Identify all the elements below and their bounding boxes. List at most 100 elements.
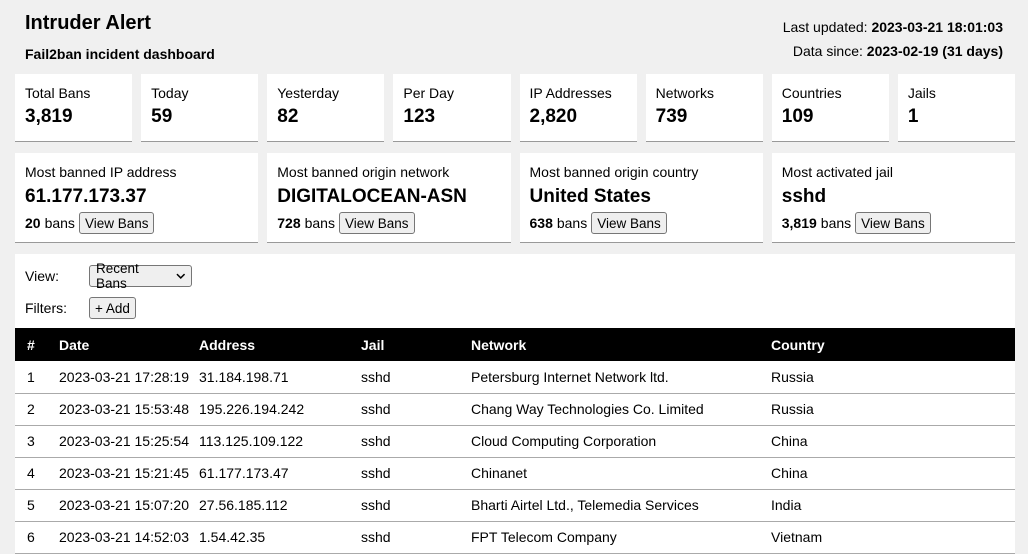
top-label: Most banned IP address (25, 164, 177, 180)
page-title: Intruder Alert (25, 12, 151, 34)
cell-country: Russia (771, 361, 1015, 394)
stat-label: Networks (655, 85, 714, 101)
data-since: Data since: 2023-02-19 (31 days) (793, 43, 1003, 59)
cell-address: 61.177.173.47 (199, 457, 361, 490)
stat-ip-addresses: IP Addresses 2,820 (519, 74, 637, 142)
stat-label: Yesterday (277, 85, 339, 101)
data-since-value: 2023-02-19 (31 days) (866, 43, 1003, 59)
bans-table: # Date Address Jail Network Country 1 20… (15, 328, 1015, 554)
stat-value: 82 (277, 106, 299, 127)
cell-index: 3 (15, 425, 59, 458)
top-value: United States (529, 186, 651, 207)
cell-country: India (771, 489, 1015, 522)
stat-label: IP Addresses (529, 85, 612, 101)
view-bans-button[interactable]: View Bans (855, 212, 931, 234)
ban-count: 20 (25, 215, 41, 231)
stat-value: 3,819 (25, 106, 73, 127)
table-row: 1 2023-03-21 17:28:19 31.184.198.71 sshd… (15, 361, 1015, 394)
stat-label: Per Day (403, 85, 454, 101)
view-label: View: (25, 268, 59, 284)
last-updated: Last updated: 2023-03-21 18:01:03 (783, 19, 1003, 35)
cell-index: 1 (15, 361, 59, 394)
cell-address: 27.56.185.112 (199, 489, 361, 522)
top-count-row: 20 bans View Bans (25, 212, 248, 234)
cell-address: 1.54.42.35 (199, 521, 361, 554)
filters-label: Filters: (25, 300, 67, 316)
view-bans-button[interactable]: View Bans (78, 212, 155, 234)
cell-address: 195.226.194.242 (199, 393, 361, 426)
cell-network: Chinanet (471, 457, 771, 490)
stat-value: 2,820 (529, 106, 578, 127)
page-subtitle: Fail2ban incident dashboard (25, 46, 215, 62)
top-label: Most banned origin country (529, 164, 699, 180)
top-ip-card: Most banned IP address 61.177.173.37 20 … (15, 153, 259, 243)
ban-count: 638 (529, 215, 553, 231)
cell-address: 31.184.198.71 (199, 361, 361, 394)
cell-index: 5 (15, 489, 59, 522)
table-row: 4 2023-03-21 15:21:45 61.177.173.47 sshd… (15, 457, 1015, 490)
bans-panel: View: Recent Bans Filters: + Add # Date … (15, 254, 1015, 554)
cell-index: 4 (15, 457, 59, 490)
stat-label: Today (151, 85, 189, 101)
table-row: 2 2023-03-21 15:53:48 195.226.194.242 ss… (15, 393, 1015, 426)
cell-index: 2 (15, 393, 59, 426)
cell-date: 2023-03-21 17:28:19 (59, 361, 199, 394)
ban-count-suffix: bans (820, 215, 852, 231)
stat-per-day: Per Day 123 (393, 74, 511, 142)
cell-country: Russia (771, 393, 1015, 426)
stat-value: 739 (655, 106, 688, 127)
column-header-address: Address (199, 336, 256, 353)
top-value: 61.177.173.37 (25, 186, 147, 207)
cell-jail: sshd (361, 489, 471, 522)
column-header-network: Network (471, 336, 527, 353)
cell-jail: sshd (361, 361, 471, 394)
column-header-date: Date (59, 336, 90, 353)
top-count-row: 3,819 bans View Bans (782, 212, 1005, 234)
ban-count-suffix: bans (556, 215, 588, 231)
table-row: 5 2023-03-21 15:07:20 27.56.185.112 sshd… (15, 489, 1015, 522)
page-header: Intruder Alert Fail2ban incident dashboa… (0, 0, 1028, 70)
cell-network: FPT Telecom Company (471, 521, 771, 554)
table-row: 6 2023-03-21 14:52:03 1.54.42.35 sshd FP… (15, 521, 1015, 554)
cell-network: Chang Way Technologies Co. Limited (471, 393, 771, 426)
ban-count: 728 (277, 215, 301, 231)
view-select-value: Recent Bans (96, 261, 139, 291)
stat-value: 123 (403, 106, 436, 127)
cell-network: Cloud Computing Corporation (471, 425, 771, 458)
cell-jail: sshd (361, 393, 471, 426)
top-value: DIGITALOCEAN-ASN (277, 186, 467, 207)
top-items-row: Most banned IP address 61.177.173.37 20 … (15, 153, 1015, 243)
table-row: 3 2023-03-21 15:25:54 113.125.109.122 ss… (15, 425, 1015, 458)
stat-value: 59 (151, 106, 173, 127)
cell-network: Bharti Airtel Ltd., Telemedia Services (471, 489, 771, 522)
top-label: Most banned origin network (277, 164, 450, 180)
view-bans-button[interactable]: View Bans (591, 212, 667, 234)
cell-index: 6 (15, 521, 59, 554)
ban-count-suffix: bans (44, 215, 75, 231)
stat-networks: Networks 739 (645, 74, 763, 142)
top-network-card: Most banned origin network DIGITALOCEAN-… (267, 153, 511, 243)
column-header-jail: Jail (361, 336, 385, 353)
stat-label: Jails (907, 85, 936, 101)
stat-countries: Countries 109 (771, 74, 889, 142)
cell-date: 2023-03-21 15:21:45 (59, 457, 199, 490)
column-header-country: Country (771, 336, 825, 353)
top-country-card: Most banned origin country United States… (519, 153, 763, 243)
top-value: sshd (781, 186, 827, 207)
ban-count: 3,819 (781, 215, 817, 231)
stat-yesterday: Yesterday 82 (267, 74, 385, 142)
cell-country: China (771, 425, 1015, 458)
add-filter-button[interactable]: + Add (89, 297, 136, 319)
top-jail-card: Most activated jail sshd 3,819 bans View… (771, 153, 1015, 243)
last-updated-value: 2023-03-21 18:01:03 (871, 19, 1003, 35)
stat-label: Countries (781, 85, 842, 101)
view-bans-button[interactable]: View Bans (338, 212, 415, 234)
cell-country: Vietnam (771, 521, 1015, 554)
view-select[interactable]: Recent Bans (89, 261, 192, 291)
stats-row: Total Bans 3,819 Today 59 Yesterday 82 P… (15, 74, 1015, 142)
stat-value: 1 (907, 106, 919, 127)
cell-jail: sshd (361, 425, 471, 458)
ban-count-suffix: bans (304, 215, 335, 231)
stat-jails: Jails 1 (897, 74, 1015, 142)
top-count-row: 638 bans View Bans (530, 212, 753, 234)
